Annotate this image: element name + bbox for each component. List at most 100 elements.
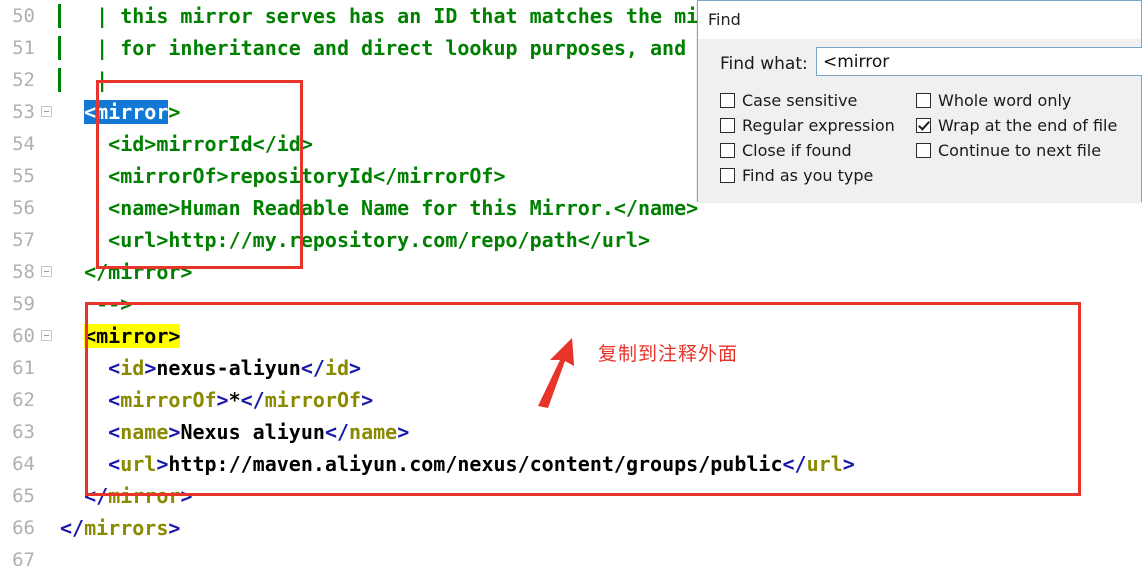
code-token: <name>Human Readable Name for this Mirro… bbox=[60, 196, 699, 220]
code-token: > bbox=[180, 484, 193, 508]
code-token: mirrorOf bbox=[264, 388, 362, 412]
line-number-label: 60 bbox=[12, 325, 35, 347]
line-number-label: 52 bbox=[12, 69, 35, 91]
checkbox-label: Case sensitive bbox=[742, 91, 858, 110]
line-number-label: 51 bbox=[12, 37, 35, 59]
line-number: 57 bbox=[0, 224, 60, 256]
code-token: > bbox=[168, 420, 181, 444]
code-token: </mirror> bbox=[60, 260, 193, 284]
code-token: < bbox=[108, 356, 121, 380]
checkbox-box-icon[interactable] bbox=[720, 143, 735, 158]
code-line[interactable]: <url>http://my.repository.com/repo/path<… bbox=[60, 224, 1142, 256]
code-token: < bbox=[108, 452, 121, 476]
line-number-label: 55 bbox=[12, 165, 35, 187]
line-number-label: 53 bbox=[12, 101, 35, 123]
search-match-highlight: <mirror> bbox=[84, 324, 181, 348]
code-token: > bbox=[144, 356, 157, 380]
code-token: <id>mirrorId</id> bbox=[60, 132, 313, 156]
checkbox-whole-word-only[interactable]: Whole word only bbox=[916, 91, 1071, 110]
code-token: </ bbox=[60, 516, 85, 540]
line-number-label: 64 bbox=[12, 453, 35, 475]
checkbox-label: Find as you type bbox=[742, 166, 874, 185]
code-token: > bbox=[397, 420, 410, 444]
checkbox-find-as-you-type[interactable]: Find as you type bbox=[720, 166, 873, 185]
code-line[interactable]: <name>Nexus aliyun</name> bbox=[60, 416, 1142, 448]
code-token: </ bbox=[84, 484, 109, 508]
code-line[interactable]: </mirrors> bbox=[60, 512, 1142, 544]
line-number-label: 63 bbox=[12, 421, 35, 443]
code-token: --> bbox=[60, 292, 133, 316]
checkbox-label: Wrap at the end of file bbox=[938, 116, 1118, 135]
code-token: > bbox=[216, 388, 229, 412]
code-token: > bbox=[156, 452, 169, 476]
code-token: </ bbox=[324, 420, 350, 444]
line-number-label: 62 bbox=[12, 389, 35, 411]
find-dialog[interactable]: Find Find what: Case sensitive Regular e… bbox=[697, 0, 1142, 202]
line-number-label: 57 bbox=[12, 229, 35, 251]
checkbox-box-icon-checked[interactable] bbox=[916, 118, 931, 133]
code-token: name bbox=[349, 420, 398, 444]
app-root: 50 51 52 53 54 55 56 57 58 59 60 61 62 63 64 65 66 67 | t… bbox=[0, 0, 1142, 566]
code-token: </ bbox=[240, 388, 265, 412]
checkbox-box-icon[interactable] bbox=[916, 143, 931, 158]
line-number-label: 66 bbox=[12, 517, 35, 539]
checkbox-case-sensitive[interactable]: Case sensitive bbox=[720, 91, 857, 110]
line-number: 67 bbox=[0, 544, 60, 566]
code-token: Nexus aliyun bbox=[180, 420, 325, 444]
find-dialog-body: Find what: Case sensitive Regular expres… bbox=[698, 39, 1142, 202]
line-number: 54 bbox=[0, 128, 60, 160]
line-number: 50 bbox=[0, 0, 60, 32]
checkbox-box-icon[interactable] bbox=[916, 93, 931, 108]
checkbox-label: Close if found bbox=[742, 141, 852, 160]
code-line[interactable] bbox=[60, 544, 1142, 566]
find-what-input[interactable] bbox=[816, 47, 1142, 76]
code-token: > bbox=[842, 452, 855, 476]
checkbox-box-icon[interactable] bbox=[720, 93, 735, 108]
code-token: | bbox=[60, 68, 109, 92]
annotation-note-text: 复制到注释外面 bbox=[598, 343, 739, 365]
code-line[interactable]: --> bbox=[60, 288, 1142, 320]
find-what-label: Find what: bbox=[720, 54, 808, 74]
code-token: url bbox=[120, 452, 157, 476]
line-number-label: 65 bbox=[12, 485, 35, 507]
line-number-label: 67 bbox=[12, 549, 35, 566]
find-dialog-titlebar[interactable]: Find bbox=[698, 1, 1141, 39]
checkbox-wrap-at-end-of-file[interactable]: Wrap at the end of file bbox=[916, 116, 1117, 135]
code-fold-toggle-icon[interactable] bbox=[41, 266, 52, 277]
checkbox-label: Continue to next file bbox=[938, 141, 1102, 160]
line-number: 59 bbox=[0, 288, 60, 320]
code-line[interactable]: </mirror> bbox=[60, 480, 1142, 512]
code-token: mirrors bbox=[84, 516, 169, 540]
line-number-label: 59 bbox=[12, 293, 35, 315]
line-number-label: 54 bbox=[12, 133, 35, 155]
checkbox-regular-expression[interactable]: Regular expression bbox=[720, 116, 895, 135]
line-number: 53 bbox=[0, 96, 60, 128]
checkbox-continue-to-next-file[interactable]: Continue to next file bbox=[916, 141, 1101, 160]
code-fold-toggle-icon[interactable] bbox=[41, 330, 52, 341]
code-fold-toggle-icon[interactable] bbox=[41, 106, 52, 117]
code-token: > bbox=[349, 356, 362, 380]
checkbox-box-icon[interactable] bbox=[720, 118, 735, 133]
code-token: < bbox=[108, 388, 121, 412]
code-token: > bbox=[361, 388, 374, 412]
line-number-label: 58 bbox=[12, 261, 35, 283]
checkbox-close-if-found[interactable]: Close if found bbox=[720, 141, 852, 160]
selected-text: <mirror bbox=[84, 100, 169, 124]
code-token: < bbox=[108, 420, 121, 444]
line-number: 51 bbox=[0, 32, 60, 64]
code-token: nexus-aliyun bbox=[156, 356, 301, 380]
line-number: 58 bbox=[0, 256, 60, 288]
code-token: > bbox=[168, 516, 181, 540]
code-line[interactable]: </mirror> bbox=[60, 256, 1142, 288]
code-line[interactable]: <url>http://maven.aliyun.com/nexus/conte… bbox=[60, 448, 1142, 480]
checkbox-box-icon[interactable] bbox=[720, 168, 735, 183]
code-token: mirrorOf bbox=[120, 388, 217, 412]
line-number: 66 bbox=[0, 512, 60, 544]
